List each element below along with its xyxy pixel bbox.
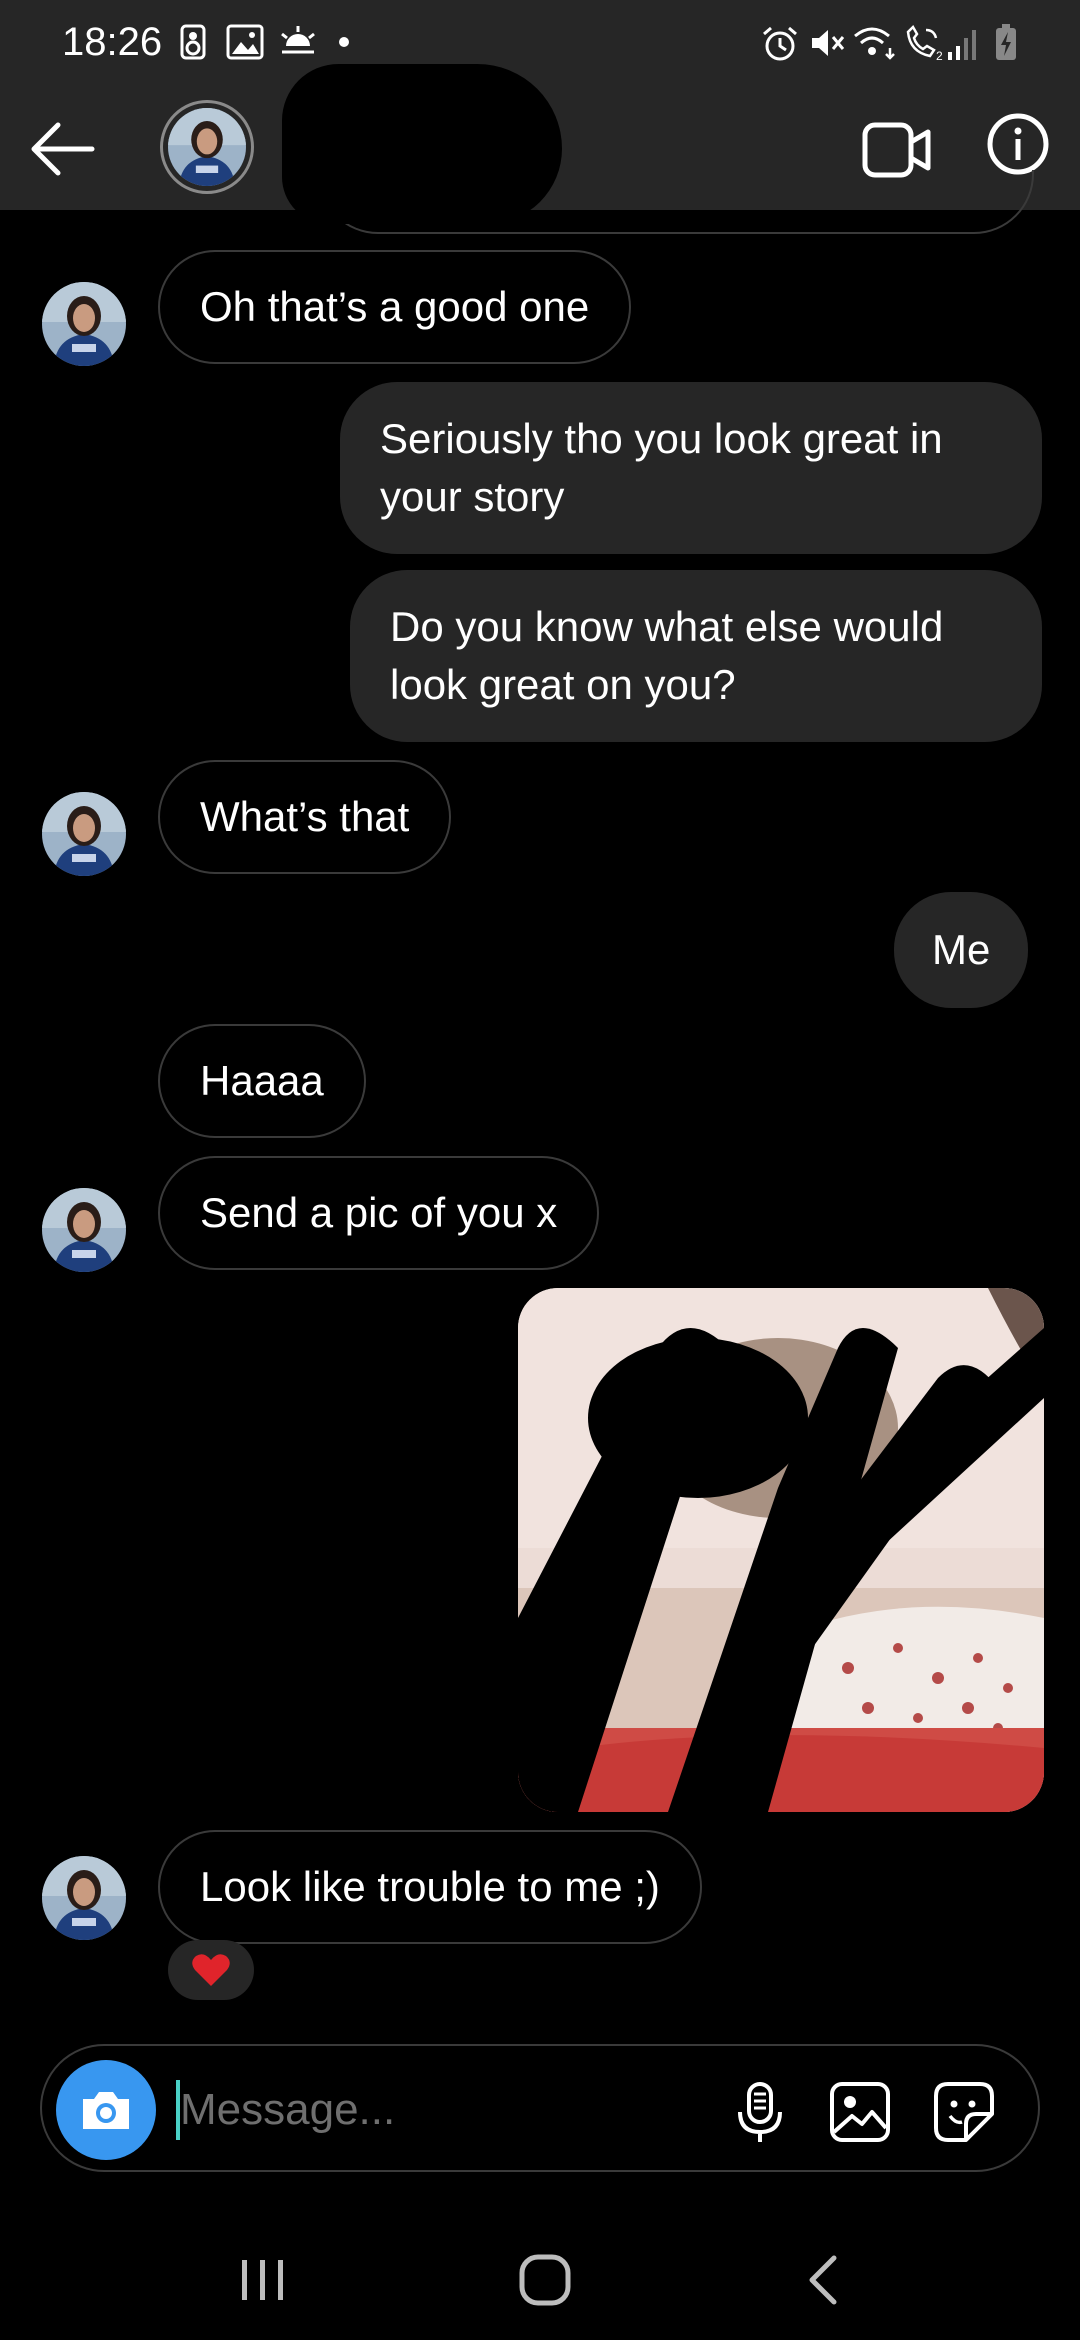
sticker-icon[interactable]: [932, 2080, 996, 2144]
wifi-icon: [854, 27, 895, 60]
sender-avatar[interactable]: [42, 282, 126, 366]
back-arrow-icon[interactable]: [28, 114, 98, 184]
gallery-icon[interactable]: [828, 2080, 892, 2144]
avatar-image: [168, 108, 246, 186]
back-icon[interactable]: [790, 2250, 860, 2310]
sender-avatar[interactable]: [42, 1856, 126, 1940]
battery-charging-icon: [996, 24, 1016, 60]
system-navigation-bar: [0, 2200, 1080, 2340]
speaker-icon: [180, 24, 206, 60]
message-text: Do you know what else would look great o…: [390, 603, 944, 708]
status-time: 18:26: [62, 20, 163, 64]
redaction-mark: [282, 64, 562, 224]
sender-avatar[interactable]: [42, 792, 126, 876]
outgoing-message[interactable]: Do you know what else would look great o…: [350, 570, 1042, 742]
camera-icon: [83, 2092, 129, 2129]
microphone-icon[interactable]: [728, 2080, 792, 2144]
message-text: Seriously tho you look great in your sto…: [380, 415, 943, 520]
outgoing-message[interactable]: Seriously tho you look great in your sto…: [340, 382, 1042, 554]
incoming-message[interactable]: Send a pic of you x: [158, 1156, 600, 1270]
outgoing-message[interactable]: Me: [894, 892, 1029, 1008]
incoming-message[interactable]: Haaaa: [158, 1024, 366, 1138]
heart-icon: [192, 1954, 230, 1986]
incoming-message[interactable]: What’s that: [158, 760, 452, 874]
incoming-message[interactable]: Oh that’s a good one: [158, 250, 632, 364]
home-icon[interactable]: [510, 2250, 580, 2310]
status-bar: 18:26 2: [0, 0, 1080, 84]
avatar-image: [42, 282, 126, 366]
recent-apps-icon[interactable]: [228, 2250, 298, 2310]
message-composer: [40, 2044, 1040, 2172]
gallery-icon: [226, 24, 264, 60]
avatar-image: [42, 1856, 126, 1940]
avatar-image: [42, 792, 126, 876]
message-text: Me: [932, 926, 991, 973]
avatar-image: [42, 1188, 126, 1272]
info-icon[interactable]: [986, 112, 1050, 176]
weather-icon: [281, 26, 315, 54]
alarm-icon: [763, 26, 797, 61]
photo-image: [518, 1288, 1044, 1812]
incoming-message[interactable]: Look like trouble to me ;): [158, 1830, 702, 1944]
heart-reaction[interactable]: [168, 1940, 254, 2000]
sent-photo[interactable]: [518, 1288, 1044, 1812]
mute-icon: [812, 30, 845, 56]
signal-icon: [948, 30, 976, 60]
header-avatar[interactable]: [160, 100, 254, 194]
svg-text:2: 2: [936, 49, 943, 62]
dot-icon: [339, 37, 349, 47]
message-input[interactable]: [180, 2070, 740, 2150]
camera-button[interactable]: [56, 2060, 156, 2160]
wifi-calling-icon: 2: [906, 24, 943, 62]
sender-avatar[interactable]: [42, 1188, 126, 1272]
